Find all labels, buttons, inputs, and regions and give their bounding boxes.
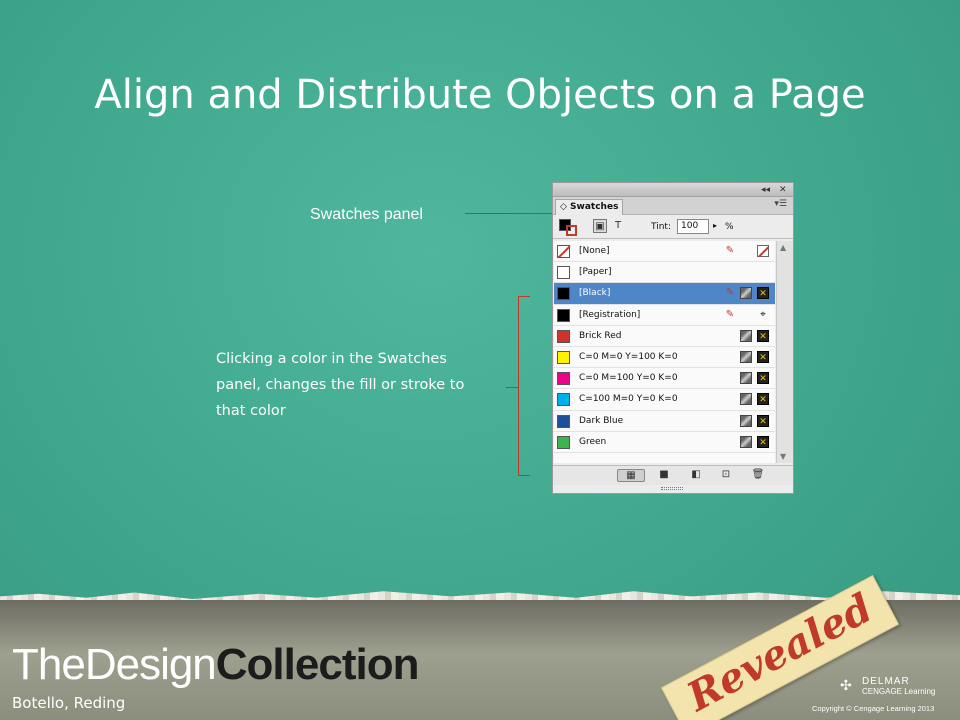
swatch-row[interactable]: [Registration] ✎ ⌖ xyxy=(554,305,775,326)
scroll-down-icon[interactable]: ▼ xyxy=(780,452,786,461)
brand-light: TheDesign xyxy=(12,640,217,689)
process-color-icon xyxy=(740,372,752,385)
cannot-edit-icon: ✎ xyxy=(725,287,735,299)
swatch-color-chip xyxy=(557,329,570,343)
resize-grip-icon[interactable] xyxy=(661,487,683,490)
close-icon[interactable]: ✕ xyxy=(779,184,787,196)
swatch-color-chip xyxy=(557,350,570,364)
swatch-row[interactable]: Green ✕ xyxy=(554,432,775,453)
panel-bottom-bar: ▦ ■ ◧ ⊡ 🗑 xyxy=(553,465,793,485)
bracket-tick xyxy=(506,387,518,388)
callout-line xyxy=(465,213,555,214)
swatch-name: [Paper] xyxy=(579,267,612,278)
swatch-name: C=0 M=100 Y=0 K=0 xyxy=(579,373,678,384)
swatch-color-chip xyxy=(557,372,570,386)
publisher-subname: CENGAGE Learning xyxy=(862,687,936,696)
swatch-color-chip xyxy=(557,266,570,280)
tint-label: Tint: xyxy=(651,222,671,232)
swatch-row[interactable]: C=0 M=100 Y=0 K=0 ✕ xyxy=(554,368,775,390)
swatch-color-chip xyxy=(557,414,570,428)
description-text: Clicking a color in the Swatches panel, … xyxy=(216,351,465,419)
process-color-icon xyxy=(740,393,752,406)
swatch-name: Dark Blue xyxy=(579,415,624,426)
scroll-up-icon[interactable]: ▲ xyxy=(780,243,786,252)
delete-swatch-button[interactable]: 🗑 xyxy=(751,469,765,482)
swatch-color-chip xyxy=(557,245,570,258)
swatch-name: C=100 M=0 Y=0 K=0 xyxy=(579,394,678,405)
cannot-edit-icon: ✎ xyxy=(725,308,735,320)
swatch-color-chip xyxy=(557,393,570,407)
swatch-color-chip xyxy=(557,435,570,449)
swatch-list-scrollbar[interactable]: ▲ ▼ xyxy=(776,241,793,463)
none-swatch-icon xyxy=(757,245,769,257)
swatches-panel: ◂◂ ✕ ◇ Swatches ▾☰ ▣ T Tint: 100 ▸ % [No… xyxy=(552,182,794,494)
slide-title: Align and Distribute Objects on a Page xyxy=(94,72,866,118)
stroke-swatch-icon[interactable] xyxy=(566,225,577,236)
authors: Botello, Reding xyxy=(12,694,126,712)
swatch-row[interactable]: [Paper] xyxy=(554,262,775,284)
cmyk-mode-icon: ✕ xyxy=(757,435,769,448)
swatch-color-chip xyxy=(557,287,570,301)
tint-percent: % xyxy=(725,222,734,232)
swatch-row[interactable]: [Black] ✎ ✕ xyxy=(554,283,775,305)
swatch-row[interactable]: [None] ✎ xyxy=(554,241,775,263)
swatch-name: [Registration] xyxy=(579,309,641,320)
brand-bold: Collection xyxy=(215,640,420,689)
collapse-panel-icon[interactable]: ◂◂ xyxy=(761,184,770,196)
cmyk-mode-icon: ✕ xyxy=(757,287,769,300)
panel-tab-row: ◇ Swatches ▾☰ xyxy=(553,197,793,215)
swatch-name: C=0 M=0 Y=100 K=0 xyxy=(579,351,678,362)
swatch-name: [None] xyxy=(579,246,610,256)
show-color-swatches-button[interactable]: ■ xyxy=(657,469,671,482)
show-all-swatches-button[interactable]: ▦ xyxy=(617,469,645,482)
swatch-list: [None] ✎ [Paper] [Black] ✎ ✕ [Registration] ✎ ⌖ B… xyxy=(554,241,775,463)
process-color-icon xyxy=(740,435,752,448)
process-color-icon xyxy=(740,414,752,427)
swatch-name: Brick Red xyxy=(579,330,622,341)
copyright: Copyright © Cengage Learning 2013 xyxy=(812,704,935,713)
swatches-panel-callout-label: Swatches panel xyxy=(310,206,423,223)
publisher-mark-icon: ✣ xyxy=(840,677,852,693)
swatch-row[interactable]: C=0 M=0 Y=100 K=0 ✕ xyxy=(554,347,775,369)
panel-titlebar: ◂◂ ✕ xyxy=(553,183,793,197)
process-color-icon xyxy=(740,329,752,342)
formatting-text-icon[interactable]: T xyxy=(611,219,625,233)
swatch-color-chip xyxy=(557,308,570,322)
cmyk-mode-icon: ✕ xyxy=(757,329,769,342)
swatch-row[interactable]: Dark Blue ✕ xyxy=(554,411,775,432)
swatch-row[interactable]: Brick Red ✕ xyxy=(554,326,775,347)
registration-icon: ⌖ xyxy=(760,308,766,320)
cmyk-mode-icon: ✕ xyxy=(757,393,769,406)
formatting-box-icon[interactable]: ▣ xyxy=(593,219,607,233)
new-swatch-button[interactable]: ⊡ xyxy=(719,469,733,482)
show-gradient-swatches-button[interactable]: ◧ xyxy=(689,469,703,482)
cmyk-mode-icon: ✕ xyxy=(757,372,769,385)
cannot-edit-icon: ✎ xyxy=(725,245,735,256)
tint-slider-arrow-icon[interactable]: ▸ xyxy=(713,221,717,230)
cmyk-mode-icon: ✕ xyxy=(757,350,769,363)
panel-menu-icon[interactable]: ▾☰ xyxy=(774,199,787,209)
series-brand: TheDesignCollection xyxy=(12,640,420,690)
tab-swatches[interactable]: ◇ Swatches xyxy=(555,199,623,215)
publisher-name: DELMAR xyxy=(862,676,910,687)
fill-stroke-icon[interactable] xyxy=(559,219,579,236)
swatch-name: Green xyxy=(579,436,607,447)
process-color-icon xyxy=(740,287,752,300)
cmyk-mode-icon: ✕ xyxy=(757,414,769,427)
tint-input[interactable]: 100 xyxy=(677,219,709,234)
swatches-bracket xyxy=(518,296,530,476)
process-color-icon xyxy=(740,350,752,363)
swatch-name: [Black] xyxy=(579,288,611,299)
swatches-toolbar: ▣ T Tint: 100 ▸ % xyxy=(553,215,793,239)
swatch-row[interactable]: C=100 M=0 Y=0 K=0 ✕ xyxy=(554,389,775,411)
